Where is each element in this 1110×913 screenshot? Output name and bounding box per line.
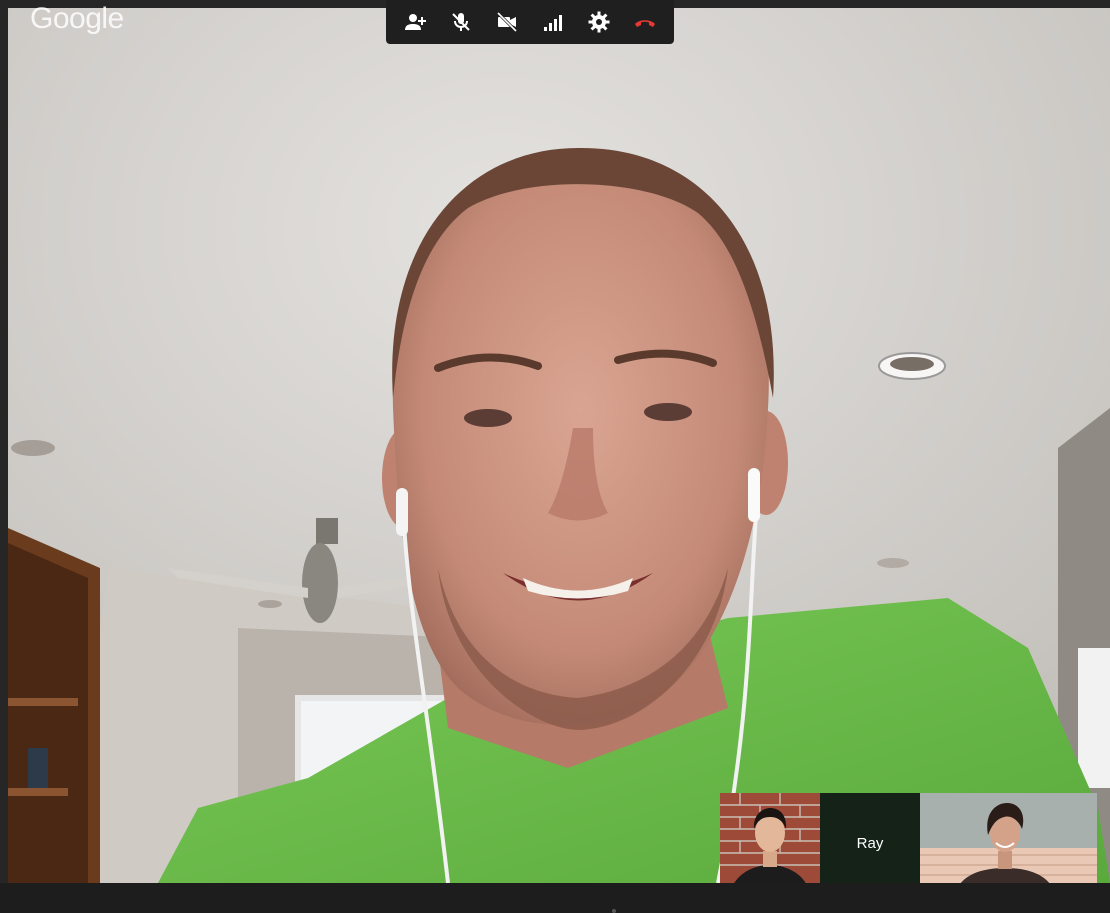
invite-people-button[interactable] bbox=[399, 6, 431, 38]
left-edge-bar bbox=[0, 0, 8, 913]
camera-off-button[interactable] bbox=[491, 6, 523, 38]
participant-video bbox=[720, 793, 820, 893]
participant-name: Ray bbox=[856, 834, 884, 852]
bottom-bar bbox=[0, 883, 1110, 913]
signal-bars-icon bbox=[544, 15, 562, 31]
settings-button[interactable] bbox=[583, 6, 615, 38]
videocam-off-icon bbox=[496, 11, 518, 33]
participant-tile[interactable] bbox=[920, 793, 1097, 893]
mute-mic-button[interactable] bbox=[445, 6, 477, 38]
bottom-indicator bbox=[612, 909, 616, 913]
google-logo: Google bbox=[30, 2, 124, 35]
main-video-image bbox=[8, 8, 1110, 883]
participant-tile-ray[interactable]: Ray bbox=[820, 793, 920, 893]
call-toolbar bbox=[386, 0, 674, 44]
person-add-icon bbox=[405, 14, 426, 30]
gear-icon bbox=[588, 11, 610, 33]
participant-video bbox=[920, 793, 1097, 893]
main-speaker-video[interactable] bbox=[8, 8, 1110, 883]
phone-hangup-icon bbox=[635, 20, 655, 27]
hang-up-button[interactable] bbox=[629, 6, 661, 38]
bandwidth-button[interactable] bbox=[537, 6, 569, 38]
mic-off-icon bbox=[452, 13, 470, 31]
participant-strip: Ray bbox=[720, 793, 1097, 893]
participant-tile[interactable] bbox=[720, 793, 820, 893]
call-stage: Google Ray bbox=[0, 0, 1110, 913]
